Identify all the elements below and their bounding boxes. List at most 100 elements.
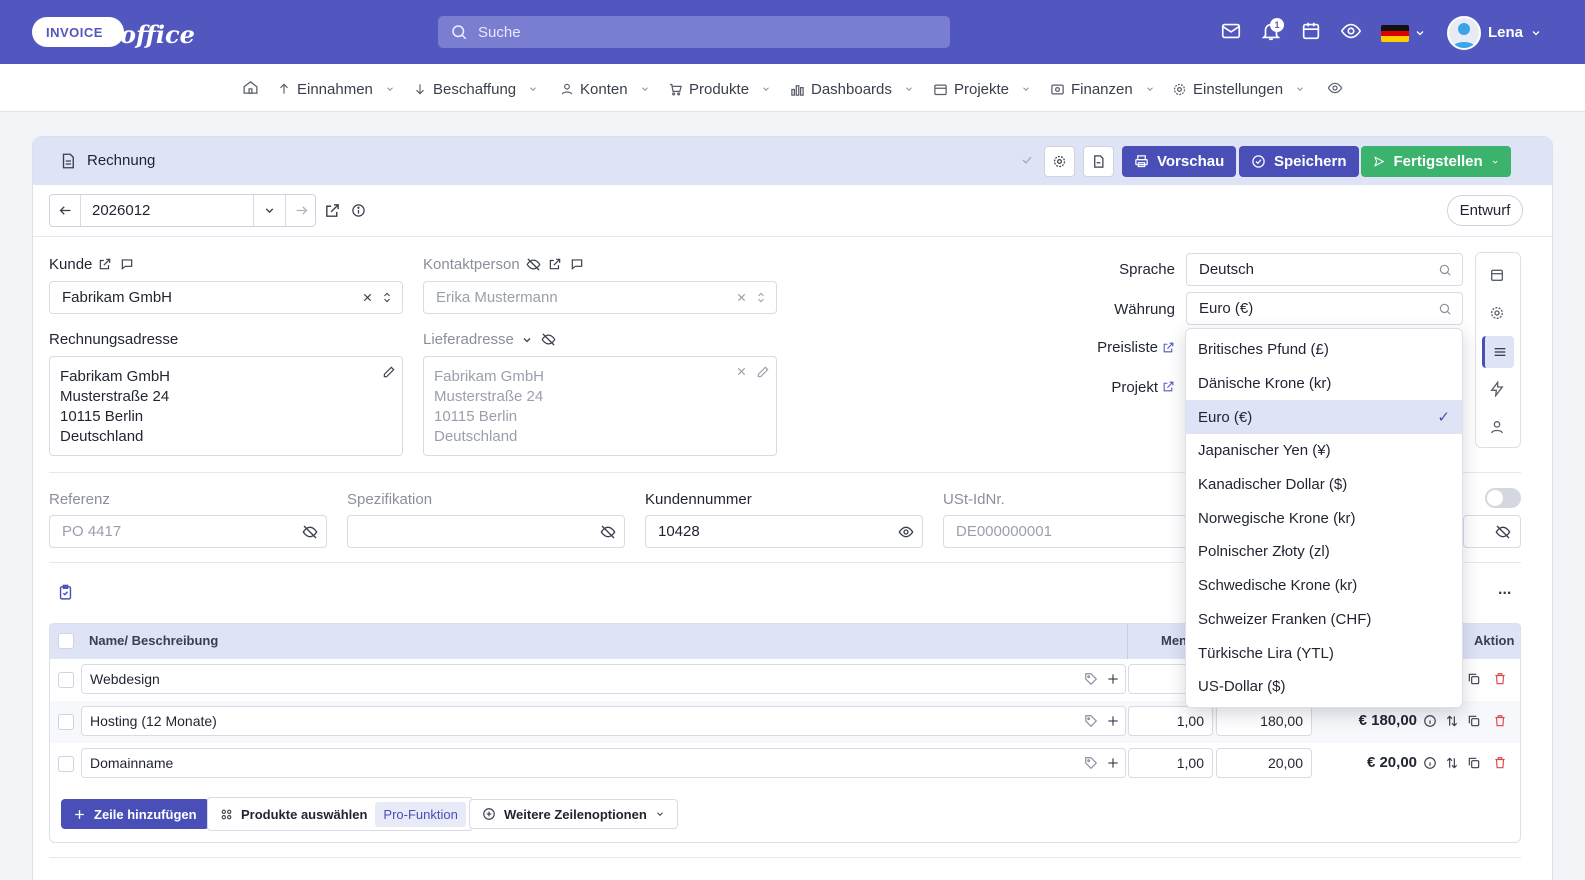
nav-item-projekte[interactable]: Projekte	[933, 80, 1031, 98]
eye-off-icon[interactable]	[526, 257, 541, 272]
language-select[interactable]: Deutsch	[1186, 253, 1463, 286]
row-price-input[interactable]: 20,00	[1216, 748, 1312, 778]
select-products-button[interactable]: Produkte auswählen Pro-Funktion	[207, 797, 473, 831]
currency-option[interactable]: Britisches Pfund (£)	[1186, 333, 1462, 367]
sliders-icon[interactable]	[1482, 336, 1514, 368]
sort-icon[interactable]	[756, 291, 766, 304]
sort-icon[interactable]	[382, 291, 392, 304]
preview-button[interactable]: Vorschau	[1122, 146, 1237, 177]
row-checkbox[interactable]	[58, 756, 74, 772]
reorder-icon[interactable]	[1445, 714, 1459, 728]
invoice-number-input[interactable]: 2026012	[92, 202, 150, 219]
currency-option[interactable]: Schwedische Krone (kr)	[1186, 569, 1462, 603]
settings-button[interactable]	[1044, 146, 1075, 177]
edit-icon[interactable]	[382, 365, 396, 379]
nav-item-produkte[interactable]: Produkte	[668, 80, 771, 98]
currency-option[interactable]: Türkische Lira (YTL)	[1186, 636, 1462, 670]
row-name-input[interactable]: Domainname	[81, 748, 1126, 778]
chevron-down-icon[interactable]	[1530, 27, 1542, 39]
contact-select[interactable]: Erika Mustermann	[423, 281, 777, 314]
nav-item-einnahmen[interactable]: Einnahmen	[277, 80, 395, 98]
currency-option[interactable]: Japanischer Yen (¥)	[1186, 434, 1462, 468]
tag-icon[interactable]	[1084, 672, 1098, 686]
currency-option[interactable]: Kanadischer Dollar ($)	[1186, 468, 1462, 502]
copy-icon[interactable]	[1467, 672, 1481, 686]
tag-icon[interactable]	[1084, 756, 1098, 770]
gear-icon[interactable]	[1489, 305, 1505, 321]
eye-off-icon[interactable]	[302, 524, 318, 540]
app-logo[interactable]: INVOICE office	[32, 14, 195, 52]
prev-arrow-icon[interactable]	[50, 195, 81, 226]
eye-off-icon[interactable]	[1495, 524, 1511, 540]
vat-input[interactable]: DE000000001	[943, 515, 1188, 548]
search-input[interactable]: Suche	[438, 16, 950, 48]
username[interactable]: Lena	[1488, 24, 1523, 41]
eye-off-icon[interactable]	[541, 332, 556, 347]
billing-address[interactable]: Fabrikam GmbH Musterstraße 24 10115 Berl…	[49, 356, 403, 456]
row-checkbox[interactable]	[58, 714, 74, 730]
edit-icon[interactable]	[756, 365, 770, 379]
comment-icon[interactable]	[570, 257, 584, 271]
clear-icon[interactable]	[736, 292, 747, 303]
status-badge[interactable]: Entwurf	[1447, 195, 1523, 226]
add-row-button[interactable]: Zeile hinzufügen	[61, 799, 209, 829]
eye-icon[interactable]	[1327, 80, 1343, 96]
reorder-icon[interactable]	[1445, 756, 1459, 770]
trash-icon[interactable]	[1493, 672, 1507, 686]
currency-option[interactable]: Dänische Krone (kr)	[1186, 367, 1462, 401]
nav-item-konten[interactable]: Konten	[560, 80, 650, 98]
reference-input[interactable]: PO 4417	[49, 515, 327, 548]
row-qty-input[interactable]: 1,00	[1128, 706, 1213, 736]
plus-icon[interactable]	[1106, 672, 1120, 686]
currency-option[interactable]: Schweizer Franken (CHF)	[1186, 603, 1462, 637]
home-icon[interactable]	[242, 79, 259, 96]
delivery-address[interactable]: Fabrikam GmbH Musterstraße 24 10115 Berl…	[423, 356, 777, 456]
select-all-checkbox[interactable]	[58, 633, 74, 649]
currency-option-selected[interactable]: Euro (€) ✓	[1186, 400, 1462, 435]
nav-item-einstellungen[interactable]: Einstellungen	[1172, 80, 1305, 98]
pdf-button[interactable]	[1083, 146, 1114, 177]
external-link-icon[interactable]	[324, 202, 341, 219]
spec-input[interactable]	[347, 515, 625, 548]
plus-icon[interactable]	[1106, 714, 1120, 728]
copy-icon[interactable]	[1467, 756, 1481, 770]
currency-option[interactable]: US-Dollar ($)	[1186, 670, 1462, 704]
mail-icon[interactable]	[1220, 20, 1244, 44]
eye-icon[interactable]	[898, 524, 914, 540]
row-qty-input[interactable]: 1,00	[1128, 748, 1213, 778]
external-link-icon[interactable]	[548, 257, 562, 271]
external-link-icon[interactable]	[1162, 341, 1175, 354]
lightning-icon[interactable]	[1489, 381, 1505, 397]
currency-select[interactable]: Euro (€)	[1186, 292, 1463, 325]
external-link-icon[interactable]	[98, 257, 112, 271]
trash-icon[interactable]	[1493, 714, 1507, 728]
customer-select[interactable]: Fabrikam GmbH	[49, 281, 403, 314]
nav-item-beschaffung[interactable]: Beschaffung	[413, 80, 538, 98]
eye-icon[interactable]	[1340, 20, 1364, 44]
avatar[interactable]	[1447, 16, 1481, 50]
nav-item-dashboards[interactable]: Dashboards	[790, 80, 914, 98]
info-icon[interactable]	[351, 203, 366, 218]
clear-icon[interactable]	[362, 292, 373, 303]
plus-icon[interactable]	[1106, 756, 1120, 770]
calendar-icon[interactable]	[1489, 267, 1505, 283]
chevron-down-icon[interactable]	[1414, 27, 1426, 39]
extra-field[interactable]	[1463, 515, 1521, 548]
more-menu-icon[interactable]: ...	[1498, 581, 1511, 599]
currency-option[interactable]: Polnischer Złoty (zl)	[1186, 535, 1462, 569]
row-checkbox[interactable]	[58, 672, 74, 688]
clear-icon[interactable]	[736, 366, 747, 377]
external-link-icon[interactable]	[1162, 380, 1175, 393]
chevron-down-icon[interactable]	[253, 195, 284, 226]
row-price-input[interactable]: 180,00	[1216, 706, 1312, 736]
calendar-icon[interactable]	[1300, 20, 1324, 44]
tag-icon[interactable]	[1084, 714, 1098, 728]
comment-icon[interactable]	[120, 257, 134, 271]
next-arrow-icon[interactable]	[285, 195, 316, 226]
more-row-options-button[interactable]: Weitere Zeilenoptionen	[469, 799, 678, 829]
user-icon[interactable]	[1489, 419, 1505, 435]
eye-off-icon[interactable]	[600, 524, 616, 540]
language-flag-de[interactable]	[1381, 25, 1409, 42]
info-icon[interactable]	[1423, 756, 1437, 770]
clipboard-icon[interactable]	[57, 584, 74, 601]
